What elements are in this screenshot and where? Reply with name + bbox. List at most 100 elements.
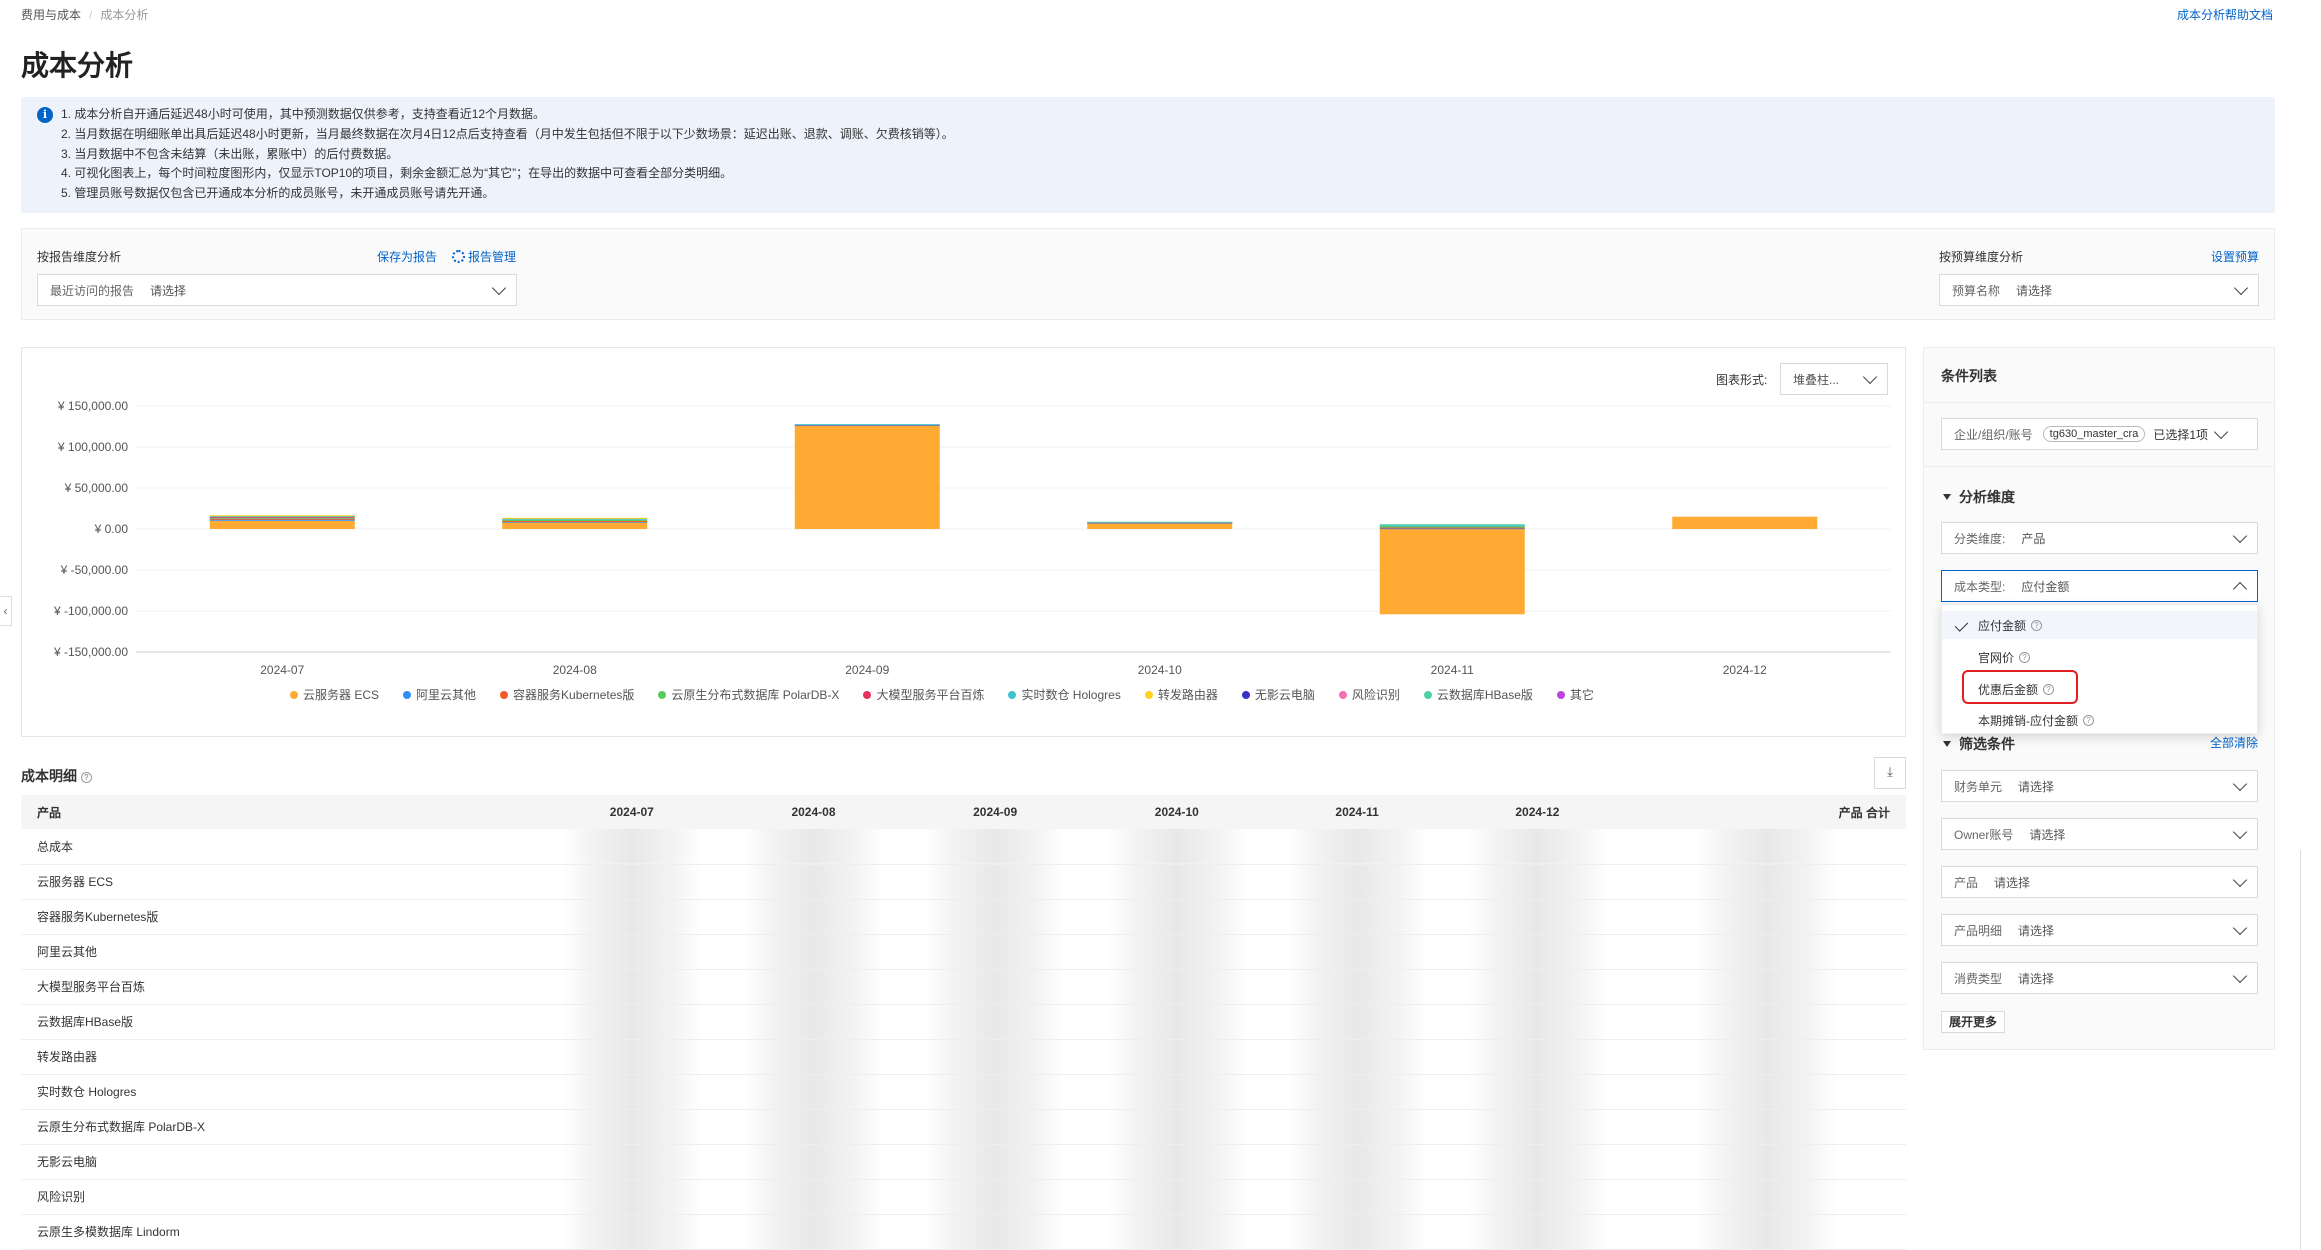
blurred-value-cell (722, 1144, 905, 1180)
help-doc-link[interactable]: 成本分析帮助文档 (2177, 6, 2273, 23)
blurred-value-cell (541, 829, 723, 865)
legend-item[interactable]: 大模型服务平台百炼 (863, 686, 984, 703)
legend-item[interactable]: 实时数仓 Hologres (1008, 686, 1121, 703)
legend-label: 云原生分布式数据库 PolarDB-X (671, 688, 840, 702)
blurred-value-cell (1085, 934, 1268, 970)
budget-name-select[interactable]: 预算名称 请选择 (1939, 274, 2259, 306)
download-button[interactable]: ⤓ (1874, 757, 1906, 789)
option-amortized[interactable]: 本期摊销-应付金额? (1978, 712, 2094, 729)
expand-more-button[interactable]: 展开更多 (1941, 1011, 2006, 1033)
collapse-left-button[interactable]: ‹ (0, 596, 12, 626)
blurred-value-cell (1085, 899, 1268, 935)
legend-item[interactable]: 云原生分布式数据库 PolarDB-X (658, 686, 839, 703)
table-row[interactable]: 总成本 (21, 829, 1906, 865)
blurred-value-cell (1446, 1004, 1629, 1040)
breadcrumb-separator: / (89, 7, 93, 22)
cost-stacked-bar-chart: ¥ 150,000.00 ¥ 100,000.00 ¥ 50,000.00 ¥ 0.0… (53, 399, 1891, 677)
chart-bar-segment (794, 424, 940, 426)
blurred-value-cell (1085, 1109, 1268, 1145)
chevron-down-icon (491, 280, 507, 295)
chevron-up-icon (2232, 581, 2248, 596)
budget-name-value: 请选择 (2016, 283, 2053, 298)
chart-form-value: 堆叠柱... (1793, 372, 1840, 387)
legend-label: 阿里云其他 (416, 688, 477, 702)
table-row[interactable]: 容器服务Kubernetes版 (21, 899, 1906, 935)
legend-item[interactable]: 转发路由器 (1144, 686, 1218, 703)
table-row[interactable]: 风险识别 (21, 1179, 1906, 1215)
legend-item[interactable]: 其它 (1556, 686, 1594, 703)
chart-bar-segment (209, 519, 355, 521)
filter-owner-account[interactable]: Owner账号 请选择 (1941, 818, 2258, 850)
help-icon[interactable]: ? (2019, 652, 2031, 663)
chart-bar-segment (502, 519, 648, 521)
cost-type-select[interactable]: 成本类型: 应付金额 (1941, 570, 2258, 602)
table-row[interactable]: 实时数仓 Hologres (21, 1074, 1906, 1110)
blurred-value-cell (1267, 934, 1447, 970)
legend-item[interactable]: 阿里云其他 (403, 686, 476, 703)
table-row[interactable]: 云数据库HBase版 (21, 1004, 1906, 1040)
column-header: 产品 合计 (1628, 795, 1906, 829)
category-dimension-select[interactable]: 分类维度: 产品 (1941, 522, 2258, 554)
table-row[interactable]: 阿里云其他 (21, 934, 1906, 970)
filter-toggle[interactable]: 筛选条件 (1943, 734, 2015, 754)
category-dimension-label: 分类维度: (1954, 531, 2006, 546)
set-budget-link[interactable]: 设置预算 (2211, 248, 2259, 265)
legend-item[interactable]: 容器服务Kubernetes版 (500, 686, 634, 703)
table-row[interactable]: 云原生分布式数据库 PolarDB-X (21, 1109, 1906, 1145)
chevron-down-icon (2232, 968, 2248, 983)
breadcrumb-parent[interactable]: 费用与成本 (21, 6, 81, 23)
help-icon[interactable]: ? (2083, 715, 2094, 726)
account-select[interactable]: 企业/组织/账号 tg630_master_cra 已选择1项 (1941, 418, 2258, 450)
blurred-value-cell (1267, 1074, 1447, 1110)
option-list-price[interactable]: 官网价? (1978, 649, 2031, 666)
filter-label: 财务单元 (1954, 779, 2003, 794)
table-row[interactable]: 转发路由器 (21, 1039, 1906, 1075)
save-report-link[interactable]: 保存为报告 (377, 248, 437, 265)
table-row[interactable]: 大模型服务平台百炼 (21, 969, 1906, 1005)
filter-finance-unit[interactable]: 财务单元 请选择 (1941, 770, 2258, 802)
report-manage-link[interactable]: 报告管理 (452, 248, 516, 265)
filter-consume-type[interactable]: 消费类型 请选择 (1941, 962, 2258, 994)
filter-value: 请选择 (2029, 827, 2066, 842)
legend-item[interactable]: 云服务器 ECS (290, 686, 379, 703)
legend-item[interactable]: 云数据库HBase版 (1423, 686, 1533, 703)
help-icon[interactable]: ? (80, 772, 92, 783)
blurred-value-cell (904, 899, 1086, 935)
divider (1923, 466, 2275, 467)
table-row[interactable]: 无影云电脑 (21, 1144, 1906, 1180)
legend-dot-icon (863, 690, 872, 699)
blurred-value-cell (1085, 1074, 1268, 1110)
chart-bar-segment (1672, 516, 1818, 529)
y-tick-label: ¥ 100,000.00 (57, 440, 128, 454)
report-manage-label: 报告管理 (468, 250, 517, 264)
blurred-value-cell (722, 1004, 905, 1040)
legend-item[interactable]: 风险识别 (1338, 686, 1400, 703)
analysis-dimension-toggle[interactable]: 分析维度 (1943, 487, 2015, 507)
recent-report-select[interactable]: 最近访问的报告 请选择 (37, 274, 517, 306)
filter-product[interactable]: 产品 请选择 (1941, 866, 2258, 898)
legend-dot-icon (1556, 690, 1565, 699)
report-dimension-label: 按报告维度分析 (37, 250, 122, 264)
y-tick-label: ¥ -150,000.00 (53, 645, 128, 659)
account-tag[interactable]: tg630_master_cra (2042, 426, 2146, 442)
blurred-value-cell (541, 1109, 723, 1145)
blurred-value-cell (722, 829, 905, 865)
legend-dot-icon (1423, 690, 1432, 699)
blurred-value-cell (1085, 864, 1268, 900)
table-row[interactable]: 云服务器 ECS (21, 864, 1906, 900)
option-payable[interactable]: 应付金额? (1978, 617, 2043, 634)
product-name-cell: 转发路由器 (21, 1039, 541, 1075)
table-row[interactable]: 云原生多模数据库 Lindorm (21, 1214, 1906, 1250)
filter-product-detail[interactable]: 产品明细 请选择 (1941, 914, 2258, 946)
blurred-value-cell (1267, 899, 1447, 935)
chart-bar-segment (1379, 527, 1525, 529)
help-icon[interactable]: ? (2031, 620, 2043, 631)
x-tick-label: 2024-11 (1431, 663, 1474, 677)
cost-type-dropdown: 应付金额? 官网价? 优惠后金额? 本期摊销-应付金额? (1941, 604, 2258, 734)
legend-item[interactable]: 无影云电脑 (1241, 686, 1315, 703)
blurred-value-cell (722, 1074, 905, 1110)
clear-all-link[interactable]: 全部清除 (2210, 734, 2258, 751)
chevron-down-icon (2213, 424, 2229, 439)
blurred-value-cell (722, 1214, 905, 1250)
chart-bar-segment (209, 515, 355, 517)
